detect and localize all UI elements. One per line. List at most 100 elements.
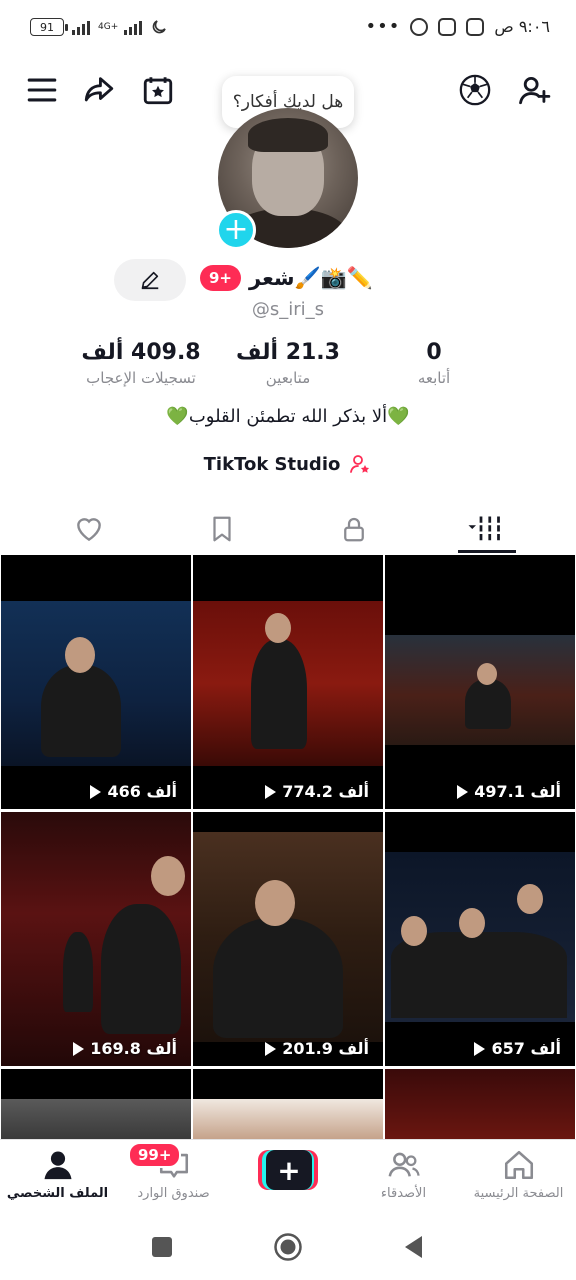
thumbnail-head (459, 908, 485, 938)
username: @s_iri_s (251, 299, 325, 320)
moon-icon (152, 20, 167, 34)
tab-saved[interactable] (150, 506, 294, 552)
play-icon (265, 784, 277, 799)
thumbnail-head (401, 916, 427, 946)
view-count: 497.1 ألف (457, 782, 561, 801)
plus-icon: + (223, 212, 249, 247)
video-thumbnail[interactable] (193, 1069, 383, 1139)
nav-friends[interactable]: الأصدقاء (346, 1148, 461, 1210)
pencil-icon (141, 271, 159, 290)
stat-value: 409.8 ألف (81, 340, 201, 365)
heart-icon (77, 518, 101, 542)
stat-value: 0 (426, 340, 442, 365)
thumbnail-figure (101, 904, 181, 1034)
home-icon (504, 1150, 533, 1180)
view-count-text: 201.9 ألف (282, 1039, 369, 1058)
whatsapp-icon (410, 17, 429, 36)
calendar-button[interactable] (136, 68, 180, 112)
content-tabs (0, 502, 576, 554)
soccer-ball-icon (459, 74, 491, 106)
video-thumbnail[interactable]: 466 ألف (1, 555, 191, 809)
lock-icon (344, 517, 364, 542)
video-thumbnail[interactable] (1, 1069, 191, 1139)
bookmark-icon (213, 516, 231, 542)
video-thumbnail[interactable]: 201.9 ألف (193, 812, 383, 1066)
view-count: 169.8 ألف (73, 1039, 177, 1058)
calendar-star-icon (143, 77, 173, 105)
play-icon (474, 1041, 486, 1056)
nav-home[interactable]: الصفحة الرئيسية (461, 1148, 576, 1210)
share-profile-button[interactable] (77, 68, 121, 112)
circle-icon (274, 1233, 302, 1261)
active-tab-indicator (458, 550, 516, 553)
video-thumbnail[interactable]: 497.1 ألف (385, 555, 575, 809)
view-count: 657 ألف (474, 1039, 561, 1058)
friends-icon (388, 1152, 420, 1177)
view-count: 774.2 ألف (265, 782, 369, 801)
menu-button[interactable] (20, 68, 64, 112)
thumbnail-head (255, 880, 295, 926)
status-left: 91 4G+ (30, 18, 168, 36)
stat-following[interactable]: 0 أتابعه (349, 340, 519, 387)
view-count: 466 ألف (90, 782, 177, 801)
display-name: شعر🖌️📸✏️ (249, 265, 374, 290)
studio-label: TikTok Studio (203, 453, 341, 475)
video-thumbnail[interactable] (385, 1069, 575, 1139)
signal-icon-2 (124, 19, 143, 35)
stat-followers[interactable]: 21.3 ألف متابعين (203, 340, 373, 387)
create-button[interactable]: + (258, 1150, 318, 1190)
play-icon (457, 784, 469, 799)
view-count-text: 497.1 ألف (474, 782, 561, 801)
play-icon (90, 784, 102, 799)
view-count-text: 774.2 ألف (282, 782, 369, 801)
add-user-icon (519, 76, 551, 105)
add-story-button[interactable]: + (216, 210, 256, 250)
thumbnail-scene (385, 1069, 575, 1139)
bio-text: 💚ألا بذكر الله تطمئن القلوب💚 (166, 406, 410, 427)
nav-label: صندوق الوارد (137, 1186, 210, 1201)
back-button[interactable] (398, 1231, 430, 1263)
thumbnail-scene (1, 1099, 191, 1139)
stat-likes[interactable]: 409.8 ألف تسجيلات الإعجاب (56, 340, 226, 387)
view-count-text: 657 ألف (491, 1039, 561, 1058)
notification-badge[interactable]: 9+ (200, 265, 242, 291)
video-thumbnail[interactable]: 169.8 ألف (1, 812, 191, 1066)
square-icon (152, 1237, 172, 1257)
stat-label: أتابعه (417, 369, 451, 387)
video-thumbnail[interactable]: 657 ألف (385, 812, 575, 1066)
tab-videos[interactable] (414, 506, 558, 552)
thumbnail-figure (251, 639, 307, 749)
bottom-navigation: الصفحة الرئيسية الأصدقاء + صندوق الوارد … (0, 1139, 576, 1213)
home-system-button[interactable] (272, 1231, 304, 1263)
share-arrow-icon (84, 77, 114, 102)
thumbnail-figure (41, 665, 121, 757)
signal-icon (72, 19, 90, 35)
tiktok-studio-link[interactable]: TikTok Studio (0, 452, 576, 476)
thumbnail-head (265, 613, 291, 643)
tab-liked[interactable] (17, 506, 161, 552)
play-icon (265, 1041, 277, 1056)
thumbnail-head (477, 663, 497, 685)
view-count-text: 466 ألف (107, 782, 177, 801)
thumbnail-figure (213, 918, 343, 1038)
avatar-hair-shape (248, 118, 328, 152)
add-friend-button[interactable] (512, 68, 556, 112)
edit-profile-button[interactable] (114, 259, 186, 301)
video-thumbnail[interactable]: 774.2 ألف (193, 555, 383, 809)
nav-profile[interactable]: الملف الشخصي (0, 1148, 115, 1210)
name-row: 9+ شعر🖌️📸✏️ (200, 262, 373, 294)
system-navigation (0, 1213, 576, 1280)
tab-private[interactable] (282, 506, 426, 552)
instagram-icon-2 (466, 17, 485, 36)
nav-label: الملف الشخصي (6, 1186, 109, 1201)
network-type: 4G+ (98, 21, 119, 32)
thumbnail-scene (193, 1099, 383, 1139)
view-count-text: 169.8 ألف (90, 1039, 177, 1058)
recents-button[interactable] (146, 1231, 178, 1263)
thumbnail-head (65, 637, 95, 673)
soccer-ball-button[interactable] (453, 68, 497, 112)
thumbnail-head (151, 856, 185, 896)
thumbnail-head (517, 884, 543, 914)
play-icon (73, 1041, 85, 1056)
profile-stats: 0 أتابعه 21.3 ألف متابعين 409.8 ألف تسجي… (0, 340, 576, 394)
